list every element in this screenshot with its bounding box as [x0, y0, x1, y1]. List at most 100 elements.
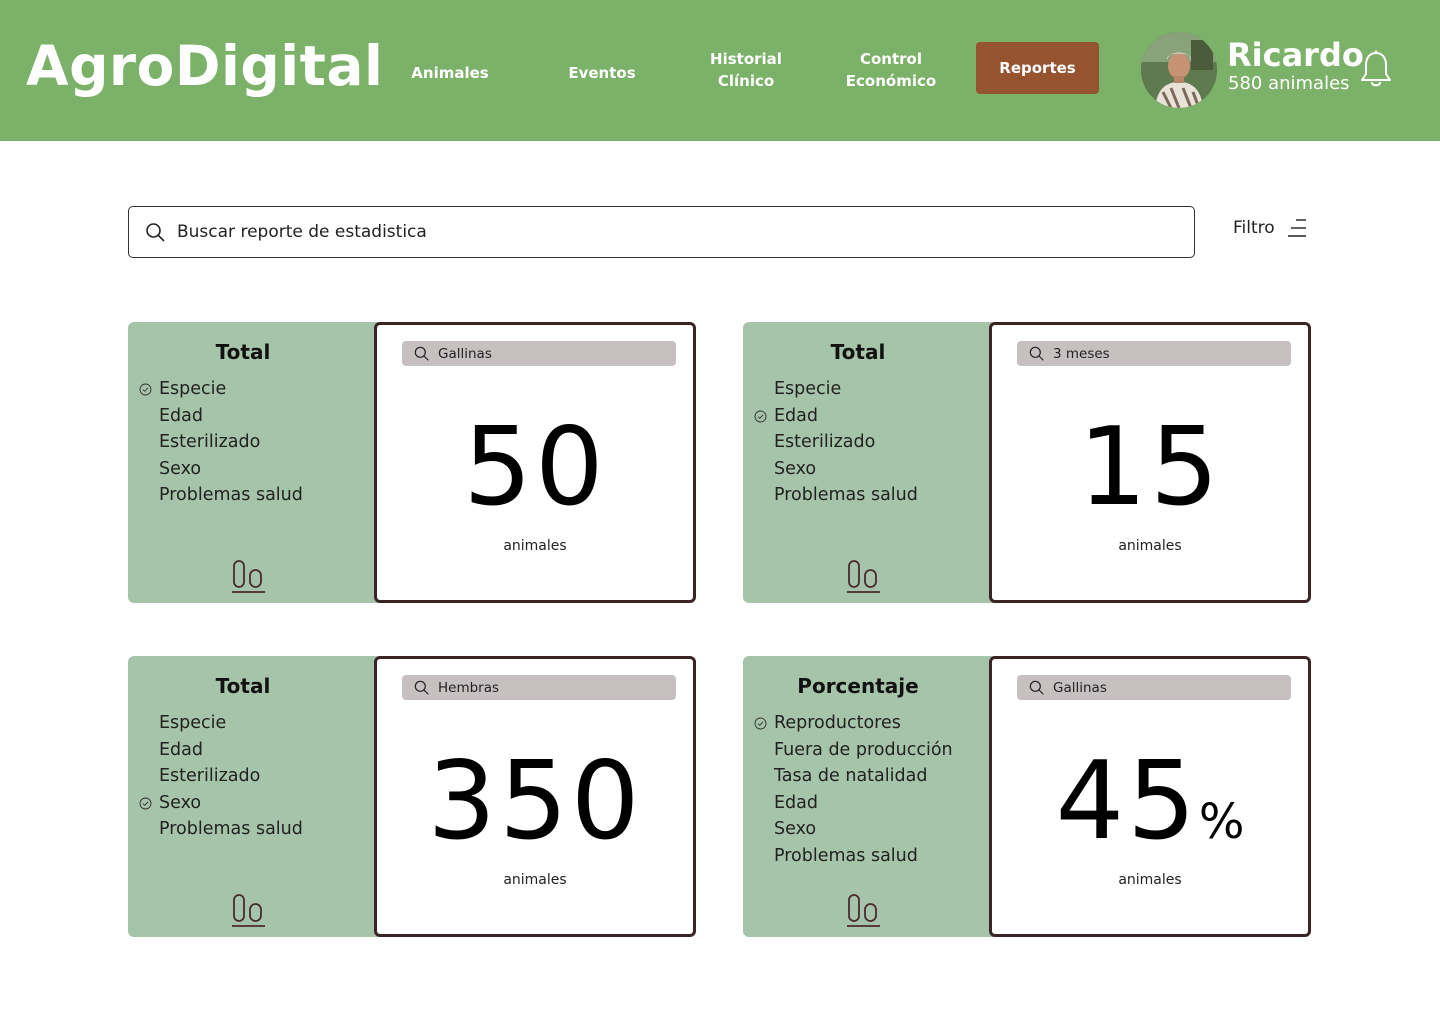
stat-option[interactable]: Esterilizado — [159, 763, 303, 790]
search-icon — [414, 680, 429, 695]
stat-option[interactable]: Problemas salud — [774, 843, 953, 870]
stat-option[interactable]: Especie — [774, 376, 918, 403]
stat-options-list: Especie Edad Esterilizado Sexo Problemas sal… — [754, 376, 918, 509]
percent-suffix: % — [1198, 794, 1245, 850]
bar-chart-icon[interactable] — [847, 892, 881, 928]
card-filter-input[interactable]: Gallinas — [402, 341, 676, 366]
nav-reportes-button[interactable]: Reportes — [976, 42, 1099, 94]
stat-value-number: 50 — [463, 405, 607, 530]
nav-animales-label: Animales — [411, 64, 489, 82]
nav-control-economico[interactable]: Control Económico — [835, 48, 947, 92]
search-icon — [1029, 346, 1044, 361]
stat-option[interactable]: Reproductores — [754, 710, 953, 737]
stat-option[interactable]: Sexo — [159, 456, 303, 483]
report-card: Porcentaje Reproductores Fuera de producci… — [743, 656, 1311, 937]
stat-options-list: Especie Edad Esterilizado Sexo Problemas sal… — [139, 710, 303, 843]
stat-option[interactable]: Sexo — [774, 816, 953, 843]
stat-option[interactable]: Esterilizado — [774, 429, 918, 456]
stat-option[interactable]: Edad — [774, 790, 953, 817]
nav-historial-clinico[interactable]: Historial Clínico — [690, 48, 802, 92]
stat-option-label: Especie — [159, 379, 227, 399]
nav-historial-label-line1: Historial — [710, 50, 782, 68]
card-result-panel: Gallinas 45% animales — [989, 656, 1311, 937]
user-name[interactable]: Ricardo — [1227, 36, 1364, 74]
stat-unit: animales — [1118, 872, 1182, 888]
stat-option-label: Problemas salud — [159, 819, 303, 839]
stat-value: 50 — [377, 413, 693, 523]
stat-value-number: 350 — [427, 739, 643, 864]
stat-value: 45% — [992, 747, 1308, 877]
check-circle-icon — [754, 410, 767, 422]
stat-option-label: Esterilizado — [159, 432, 261, 452]
stat-unit: animales — [503, 538, 567, 554]
user-avatar[interactable] — [1141, 32, 1217, 108]
card-result-panel: 3 meses 15 animales — [989, 322, 1311, 603]
stat-unit: animales — [1118, 538, 1182, 554]
user-photo — [1141, 32, 1217, 108]
nav-animales[interactable]: Animales — [400, 62, 500, 84]
stat-option[interactable]: Sexo — [774, 456, 918, 483]
nav-control-label-line2: Económico — [845, 72, 937, 90]
stat-option[interactable]: Especie — [139, 376, 303, 403]
stat-option-label: Tasa de natalidad — [774, 766, 928, 786]
card-filter-input[interactable]: Hembras — [402, 675, 676, 700]
stat-option[interactable]: Problemas salud — [774, 482, 918, 509]
check-circle-icon — [139, 383, 152, 396]
stat-option[interactable]: Fuera de producción — [774, 737, 953, 764]
app-logo[interactable]: AgroDigital — [26, 34, 383, 98]
stat-value: 15 — [992, 413, 1308, 523]
stat-option[interactable]: Sexo — [139, 790, 303, 817]
top-header: AgroDigital Animales Eventos Historial C… — [0, 0, 1440, 141]
nav-eventos-label: Eventos — [568, 64, 636, 82]
stat-option[interactable]: Edad — [754, 403, 918, 430]
card-filter-input[interactable]: Gallinas — [1017, 675, 1291, 700]
card-result-panel: Hembras 350 animales — [374, 656, 696, 937]
bar-chart-icon[interactable] — [232, 558, 266, 594]
stat-option-label: Especie — [159, 713, 227, 733]
stat-option-label: Sexo — [159, 792, 202, 813]
stat-unit: animales — [503, 872, 567, 888]
stat-option[interactable]: Tasa de natalidad — [774, 763, 953, 790]
stat-option-label: Fuera de producción — [774, 739, 953, 760]
search-icon — [146, 223, 165, 242]
stat-option[interactable]: Esterilizado — [159, 429, 303, 456]
report-card: Total Especie Edad Esterilizado Sexo Problema… — [128, 656, 696, 937]
bar-chart-icon[interactable] — [847, 558, 881, 594]
filter-button[interactable]: Filtro — [1233, 218, 1307, 238]
card-options-panel: Total Especie Edad Esterilizado Sexo Problema… — [128, 656, 380, 937]
card-title: Total — [830, 340, 886, 364]
stat-option[interactable]: Especie — [159, 710, 303, 737]
notification-bell-icon[interactable] — [1360, 50, 1392, 88]
stat-option-label: Sexo — [159, 458, 202, 479]
stat-option-label: Sexo — [774, 819, 817, 839]
card-filter-value: Gallinas — [438, 345, 492, 362]
filter-lines-icon — [1287, 219, 1306, 237]
stat-option[interactable]: Problemas salud — [159, 816, 303, 843]
stat-value-number: 45 — [1055, 739, 1199, 864]
stat-option[interactable]: Edad — [159, 737, 303, 764]
stat-option[interactable]: Edad — [159, 403, 303, 430]
stat-options-list: Especie Edad Esterilizado Sexo Problemas sal… — [139, 376, 303, 509]
filter-label: Filtro — [1233, 218, 1275, 238]
stat-option-label: Problemas salud — [774, 845, 918, 866]
card-options-panel: Total Especie Edad Esterilizado Sexo Problema… — [743, 322, 995, 603]
card-options-panel: Porcentaje Reproductores Fuera de producci… — [743, 656, 995, 937]
card-title: Total — [215, 340, 271, 364]
report-search-input[interactable]: Buscar reporte de estadistica — [128, 206, 1195, 258]
nav-eventos[interactable]: Eventos — [552, 62, 652, 84]
stat-value-number: 15 — [1078, 405, 1222, 530]
stat-option-label: Sexo — [774, 458, 817, 479]
check-circle-icon — [139, 797, 152, 809]
stat-option[interactable]: Problemas salud — [159, 482, 303, 509]
check-circle-icon — [754, 717, 767, 730]
report-card: Total Especie Edad Esterilizado Sexo Problema… — [743, 322, 1311, 603]
nav-control-label-line1: Control — [859, 50, 922, 68]
card-filter-input[interactable]: 3 meses — [1017, 341, 1291, 366]
report-card: Total Especie Edad Esterilizado Sexo Problema… — [128, 322, 696, 603]
bar-chart-icon[interactable] — [232, 892, 266, 928]
user-animal-count: 580 animales — [1228, 73, 1350, 94]
card-filter-value: Gallinas — [1053, 679, 1107, 696]
card-title: Total — [215, 674, 271, 698]
stat-option-label: Esterilizado — [159, 766, 261, 786]
stat-option-label: Edad — [774, 792, 818, 813]
